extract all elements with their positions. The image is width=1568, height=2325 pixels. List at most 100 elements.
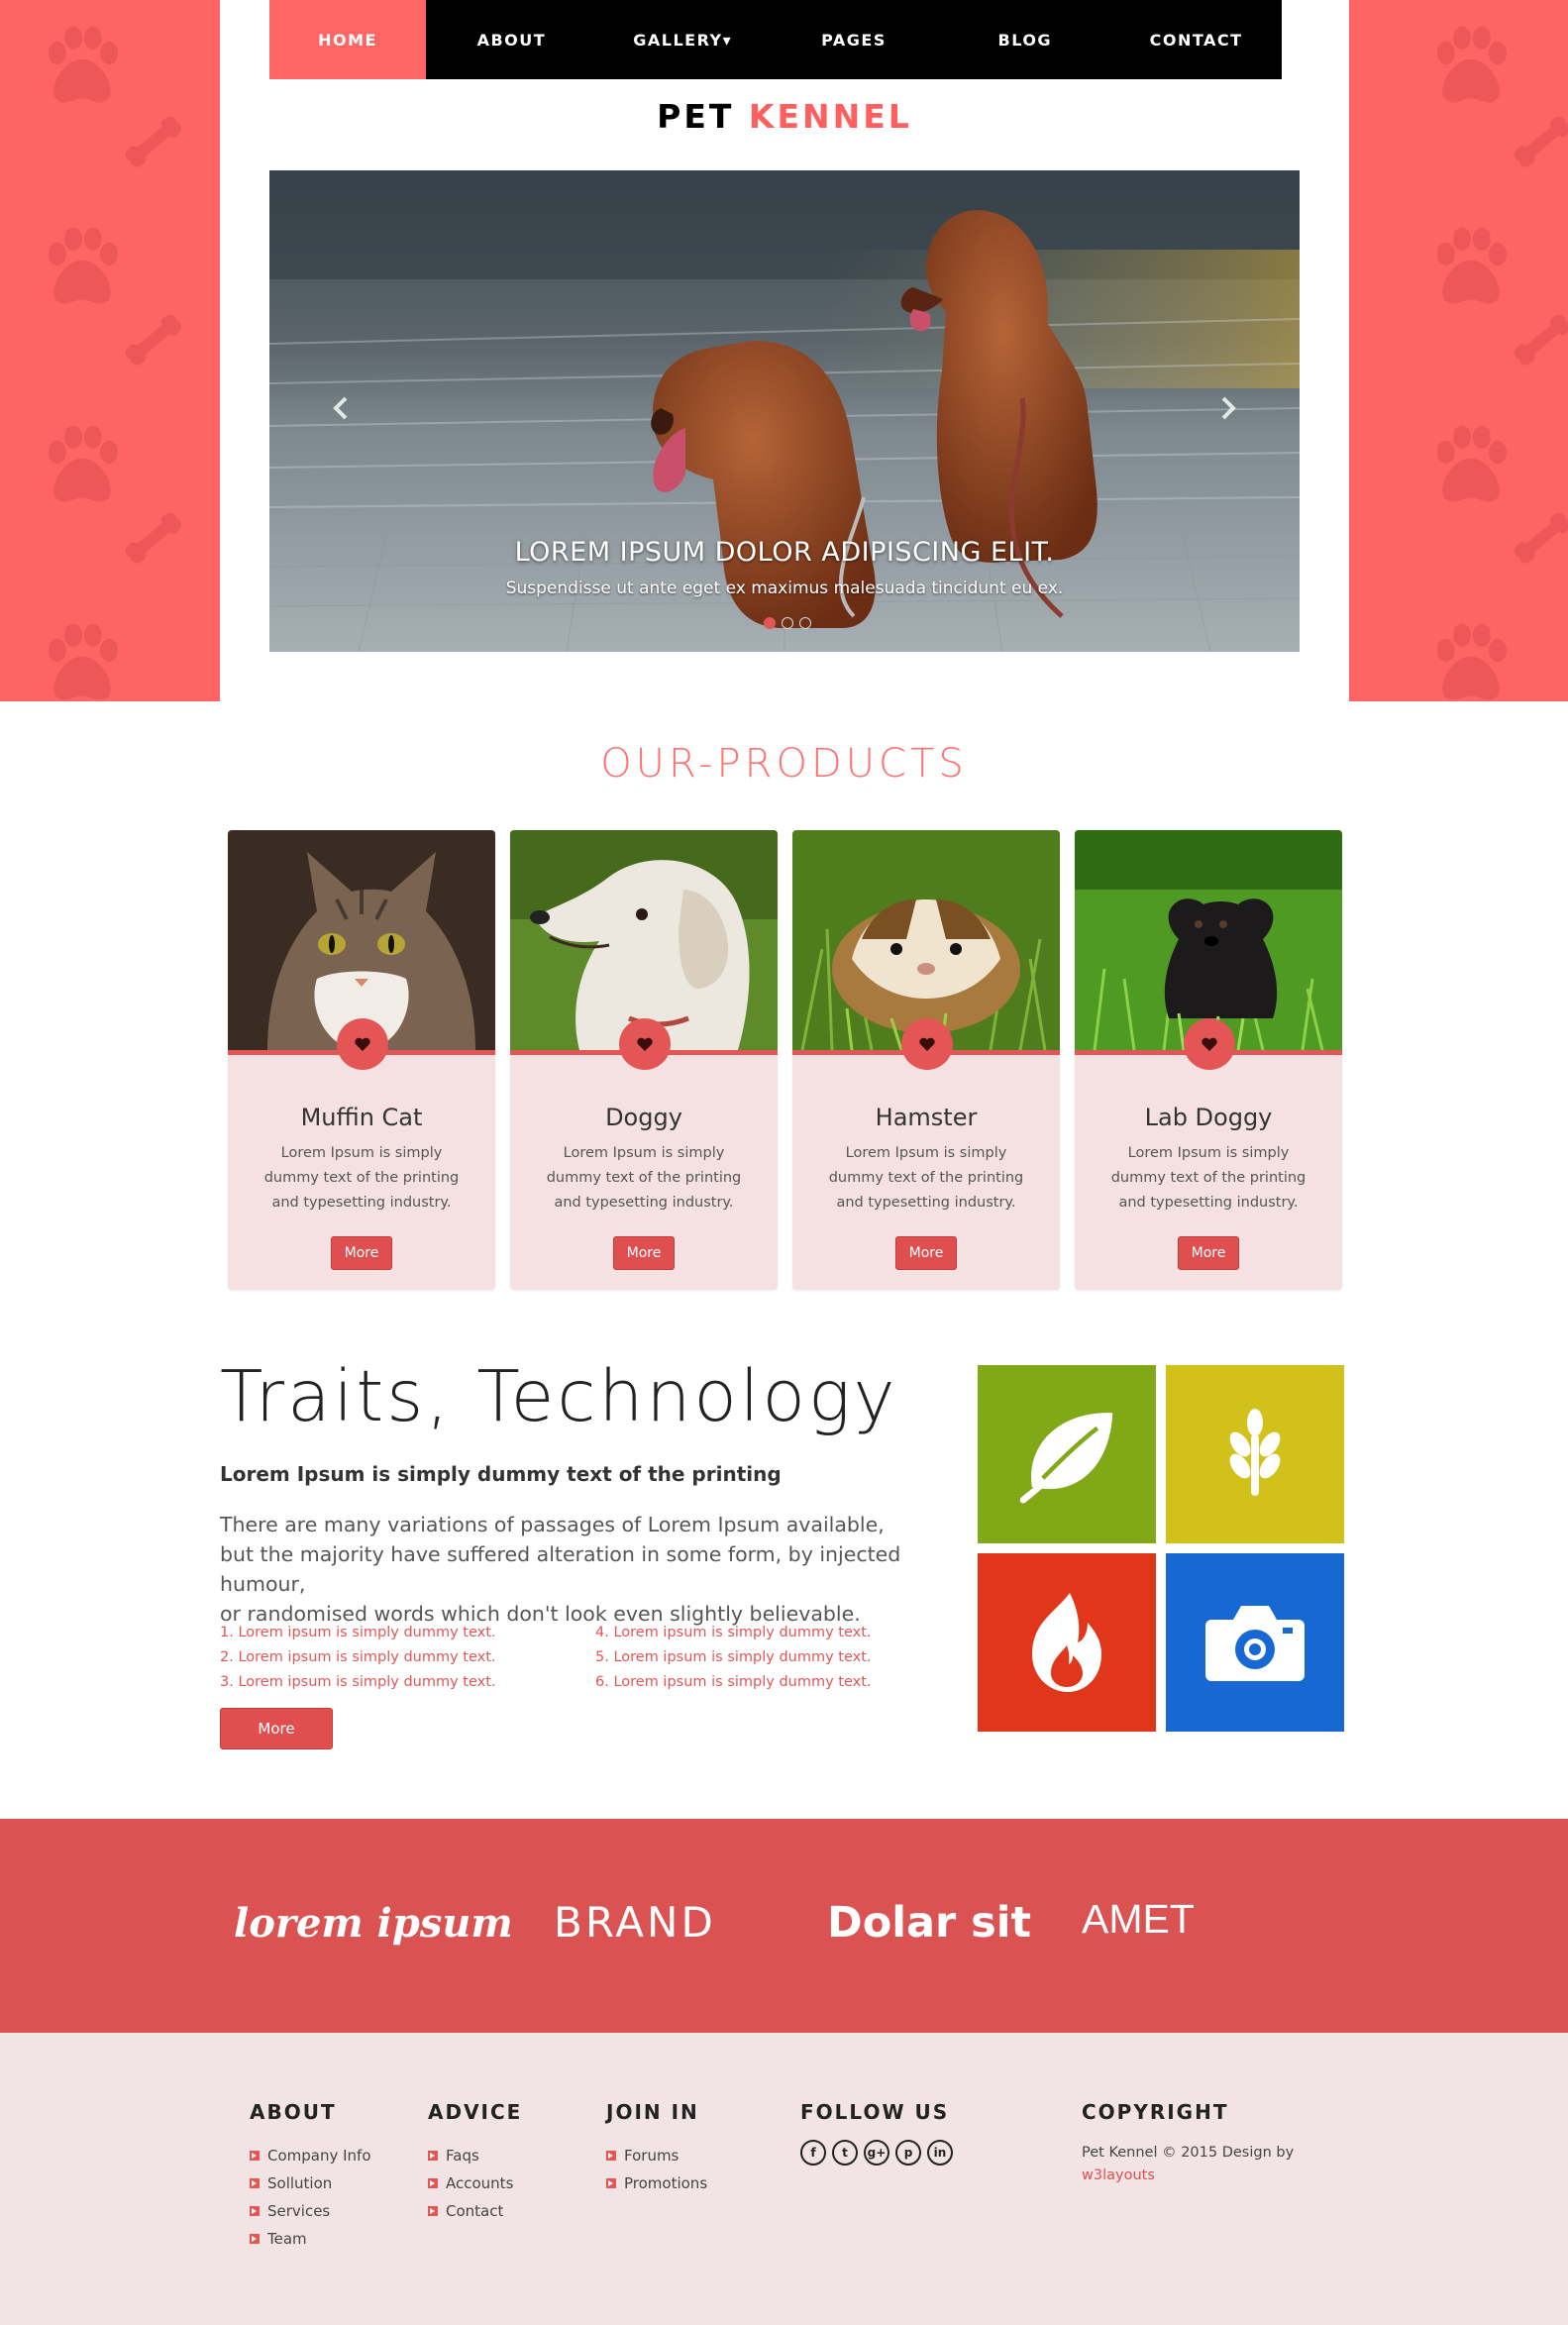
list-item: 6. Lorem ipsum is simply dummy text. <box>595 1674 872 1690</box>
slider-dot[interactable] <box>764 617 776 629</box>
product-more-button[interactable]: More <box>613 1236 675 1270</box>
product-description: Lorem Ipsum is simply dummy text of the … <box>546 1145 742 1211</box>
nav-pages[interactable]: PAGES <box>769 0 940 79</box>
footer-advice: ADVICE Faqs Accounts Contact <box>428 2100 522 2225</box>
bullet-arrow-icon <box>606 2151 616 2161</box>
linkedin-icon[interactable]: in <box>927 2140 953 2166</box>
paw-icon <box>1436 227 1507 304</box>
bullet-arrow-icon <box>250 2151 260 2161</box>
paw-icon <box>48 26 118 103</box>
footer-link[interactable]: Team <box>250 2225 371 2253</box>
site-logo[interactable]: PET KENNEL <box>269 97 1300 136</box>
leaf-icon <box>1019 1413 1113 1504</box>
nav-contact[interactable]: CONTACT <box>1110 0 1282 79</box>
nav-about[interactable]: ABOUT <box>426 0 597 79</box>
main-nav: HOME ABOUT GALLERY▾ PAGES BLOG CONTACT <box>269 0 1282 79</box>
traits-more-button[interactable]: More <box>220 1708 333 1749</box>
facebook-icon[interactable]: f <box>800 2140 826 2166</box>
traits-list-right: 4. Lorem ipsum is simply dummy text. 5. … <box>595 1621 872 1695</box>
slider-pagination <box>764 617 811 629</box>
paw-icon <box>48 623 118 700</box>
social-icons: f t g+ p in <box>800 2140 953 2166</box>
slider-dot[interactable] <box>782 617 793 629</box>
brands-band: lorem ipsum BRAND Dolar sit AMET <box>0 1819 1568 2033</box>
footer-link[interactable]: Contact <box>428 2197 522 2225</box>
product-name: Doggy <box>605 1104 682 1131</box>
heart-icon[interactable] <box>1184 1018 1235 1070</box>
product-more-button[interactable]: More <box>331 1236 392 1270</box>
tile-flame[interactable] <box>978 1553 1156 1732</box>
logo-part-1: PET <box>657 97 735 136</box>
paw-icon <box>1436 425 1507 502</box>
list-item: 3. Lorem ipsum is simply dummy text. <box>220 1674 496 1690</box>
bone-icon <box>1514 314 1568 366</box>
flame-icon <box>1032 1593 1101 1692</box>
nav-home[interactable]: HOME <box>269 0 426 79</box>
product-image-dog <box>510 830 778 1050</box>
google-plus-icon[interactable]: g+ <box>864 2140 889 2166</box>
bullet-arrow-icon <box>428 2178 438 2188</box>
tile-leaf[interactable] <box>978 1365 1156 1543</box>
traits-body-line: There are many variations of passages of… <box>220 1513 885 1536</box>
heart-icon[interactable] <box>619 1018 671 1070</box>
footer-link[interactable]: Forums <box>606 2142 707 2169</box>
slide-caption-text: Suspendisse ut ante eget ex maximus male… <box>505 579 1064 598</box>
list-item: 1. Lorem ipsum is simply dummy text. <box>220 1625 496 1640</box>
traits-subtitle: Lorem Ipsum is simply dummy text of the … <box>220 1462 782 1486</box>
paw-icon <box>1436 26 1507 103</box>
designer-link[interactable]: w3layouts <box>1082 2165 1339 2187</box>
brand-logo: lorem ipsum <box>234 1900 513 1947</box>
product-description: Lorem Ipsum is simply dummy text of the … <box>1110 1145 1307 1211</box>
logo-part-2: KENNEL <box>748 97 912 136</box>
heart-icon[interactable] <box>337 1018 388 1070</box>
footer-link[interactable]: Sollution <box>250 2169 371 2197</box>
bone-icon <box>125 512 182 564</box>
traits-list-left: 1. Lorem ipsum is simply dummy text. 2. … <box>220 1621 496 1695</box>
hero-section: HOME ABOUT GALLERY▾ PAGES BLOG CONTACT P… <box>0 0 1568 701</box>
footer-heading: ADVICE <box>428 2100 523 2124</box>
nav-gallery[interactable]: GALLERY▾ <box>597 0 769 79</box>
tile-wheat[interactable] <box>1166 1365 1344 1543</box>
paw-icon <box>1436 623 1507 700</box>
footer-heading: COPYRIGHT <box>1082 2100 1229 2124</box>
list-item: 4. Lorem ipsum is simply dummy text. <box>595 1625 872 1640</box>
product-name: Lab Doggy <box>1144 1104 1273 1131</box>
footer-heading: FOLLOW US <box>800 2100 950 2124</box>
slider-next-arrow-icon[interactable] <box>1208 388 1248 428</box>
brand-logo: BRAND <box>554 1898 716 1947</box>
product-card: Lab Doggy Lorem Ipsum is simply dummy te… <box>1075 830 1342 1290</box>
bullet-arrow-icon <box>428 2151 438 2161</box>
tile-camera[interactable] <box>1166 1553 1344 1732</box>
product-card: Doggy Lorem Ipsum is simply dummy text o… <box>510 830 778 1290</box>
slide-caption-title: LOREM IPSUM DOLOR ADIPISCING ELIT. <box>514 537 1055 568</box>
brand-logo: AMET <box>1082 1896 1195 1942</box>
paw-pattern-right <box>1349 0 1568 701</box>
product-more-button[interactable]: More <box>895 1236 957 1270</box>
product-description: Lorem Ipsum is simply dummy text of the … <box>828 1145 1024 1211</box>
product-description: Lorem Ipsum is simply dummy text of the … <box>263 1145 460 1211</box>
product-image-cat <box>228 830 495 1050</box>
bone-icon <box>125 116 182 167</box>
list-item: 2. Lorem ipsum is simply dummy text. <box>220 1649 496 1665</box>
footer-link[interactable]: Faqs <box>428 2142 522 2169</box>
products-section-title: OUR-PRODUCTS <box>600 741 968 787</box>
product-more-button[interactable]: More <box>1178 1236 1239 1270</box>
slider-prev-arrow-icon[interactable] <box>321 388 361 428</box>
paw-icon <box>48 425 118 502</box>
pinterest-icon[interactable]: p <box>895 2140 921 2166</box>
camera-icon <box>1205 1606 1305 1681</box>
footer-link[interactable]: Accounts <box>428 2169 522 2197</box>
footer-link[interactable]: Company Info <box>250 2142 371 2169</box>
twitter-icon[interactable]: t <box>832 2140 858 2166</box>
footer-link[interactable]: Services <box>250 2197 371 2225</box>
bullet-arrow-icon <box>250 2234 260 2244</box>
product-card: Muffin Cat Lorem Ipsum is simply dummy t… <box>228 830 495 1290</box>
footer-link[interactable]: Promotions <box>606 2169 707 2197</box>
bullet-arrow-icon <box>250 2206 260 2216</box>
slider-dot[interactable] <box>799 617 811 629</box>
heart-icon[interactable] <box>901 1018 953 1070</box>
nav-blog[interactable]: BLOG <box>939 0 1110 79</box>
footer-heading: ABOUT <box>250 2100 337 2124</box>
traits-title: Traits, Technology <box>220 1355 898 1437</box>
product-name: Hamster <box>875 1104 978 1131</box>
